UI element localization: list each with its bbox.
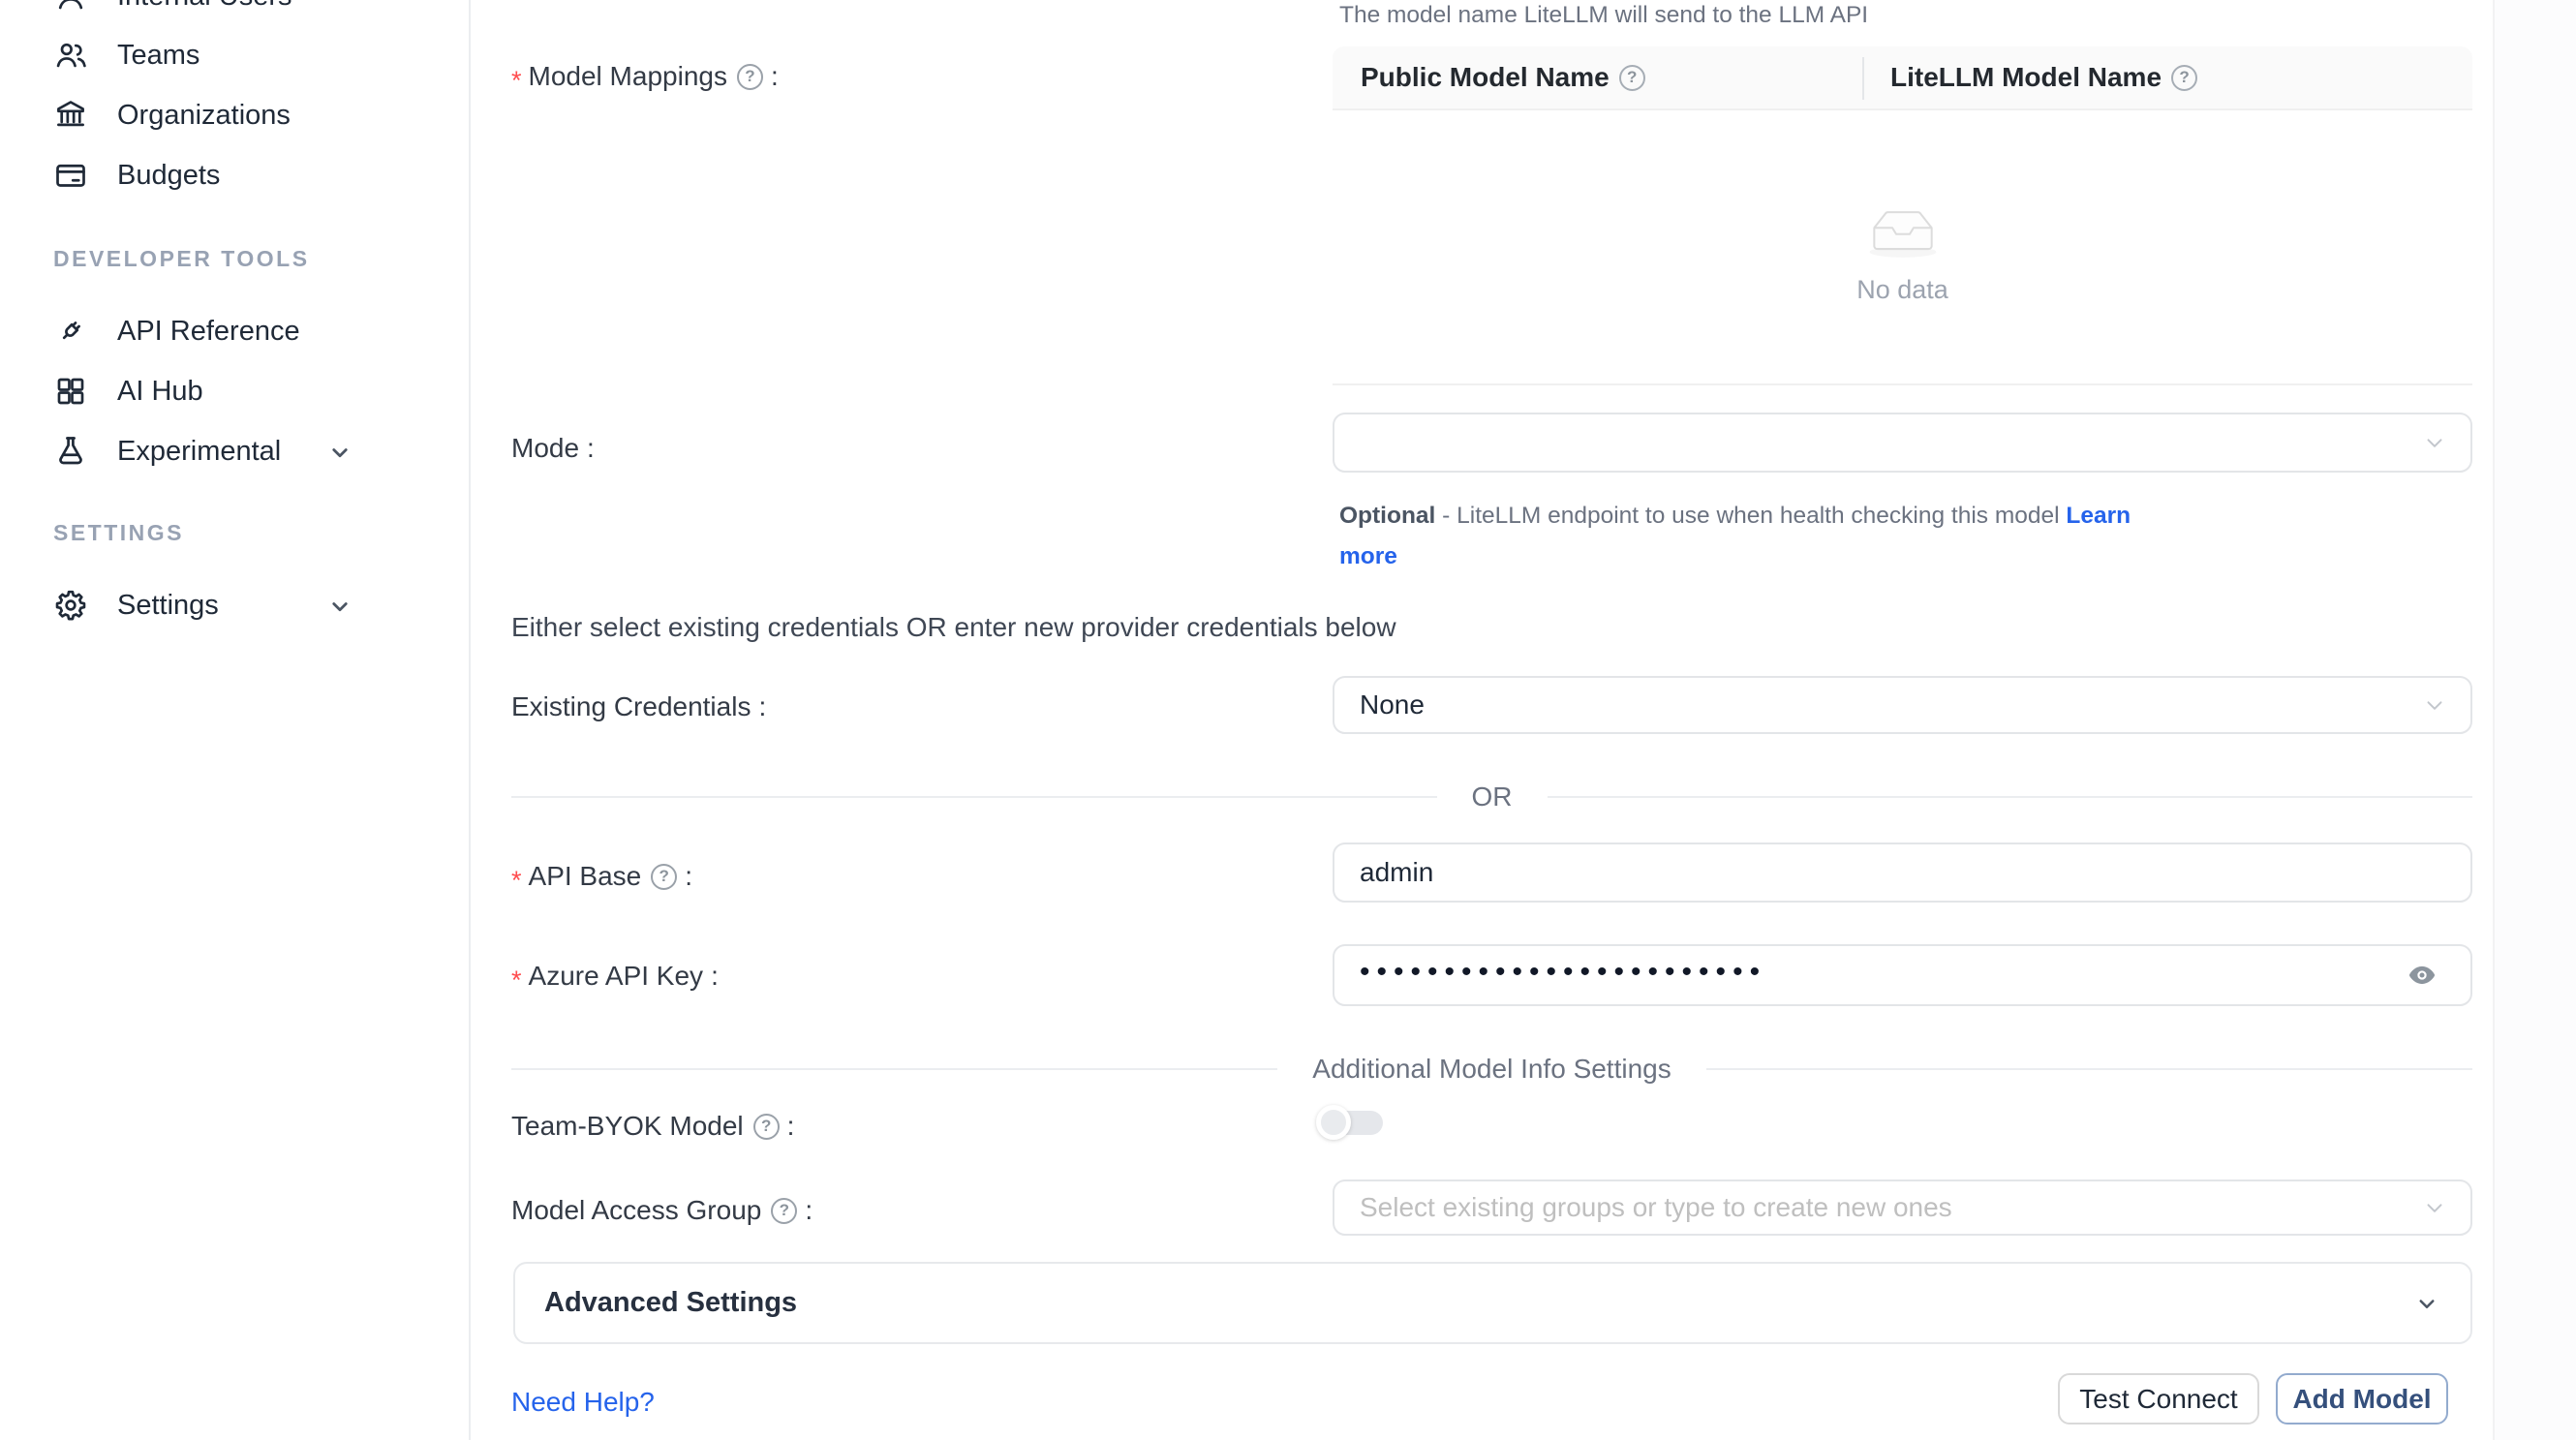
model-access-group-placeholder: Select existing groups or type to create… [1360, 1192, 1952, 1223]
model-mappings-label: * Model Mappings ? : [511, 58, 779, 95]
sidebar-item-internal-users[interactable]: Internal Users [53, 0, 292, 19]
credit-card-icon [53, 158, 88, 193]
model-mappings-table: Public Model Name ? LiteLLM Model Name ? [1333, 46, 2472, 385]
azure-api-key-input[interactable]: •••••••••••••••••••••••• [1333, 944, 2472, 1006]
sidebar-item-label: Settings [117, 590, 219, 622]
mode-help-text: Optional - LiteLLM endpoint to use when … [1339, 496, 2153, 577]
column-header-public-model-name: Public Model Name ? [1333, 46, 1862, 108]
sidebar-item-budgets[interactable]: Budgets [53, 152, 220, 199]
user-icon [53, 0, 88, 14]
mode-label: Mode : [511, 430, 595, 467]
empty-inbox-icon [1855, 198, 1951, 260]
bank-icon [53, 98, 88, 133]
question-circle-icon[interactable]: ? [753, 1114, 780, 1140]
eye-icon[interactable] [2403, 960, 2441, 991]
toggle-knob [1316, 1105, 1351, 1140]
or-divider-text: OR [1472, 781, 1513, 812]
advanced-settings-panel[interactable]: Advanced Settings [513, 1262, 2472, 1344]
question-circle-icon[interactable]: ? [1619, 65, 1645, 91]
question-circle-icon[interactable]: ? [771, 1198, 797, 1224]
credentials-note: Either select existing credentials OR en… [511, 612, 1396, 643]
sidebar-item-settings[interactable]: Settings [53, 582, 219, 628]
sidebar-item-ai-hub[interactable]: AI Hub [53, 368, 203, 414]
add-model-page: Internal Users Teams Organizations Budge… [0, 0, 2576, 1440]
gear-icon [53, 588, 88, 623]
required-asterisk: * [511, 866, 522, 896]
api-plug-icon [53, 314, 88, 349]
model-access-group-label: Model Access Group ? : [511, 1192, 813, 1229]
table-empty-state: No data [1333, 114, 2472, 387]
question-circle-icon[interactable]: ? [651, 864, 677, 890]
sidebar-section-settings: SETTINGS [53, 520, 184, 546]
sidebar-item-label: API Reference [117, 316, 300, 348]
azure-api-key-label: * Azure API Key : [511, 958, 719, 995]
sidebar-item-teams[interactable]: Teams [53, 32, 199, 78]
column-divider [1862, 57, 1864, 100]
team-byok-label: Team-BYOK Model ? : [511, 1108, 794, 1145]
sidebar: Internal Users Teams Organizations Budge… [0, 0, 471, 1440]
existing-credentials-value: None [1360, 689, 1425, 720]
chevron-down-icon [2422, 692, 2447, 718]
flask-icon [53, 434, 88, 469]
sidebar-item-api-reference[interactable]: API Reference [53, 308, 300, 354]
sidebar-item-experimental[interactable]: Experimental [53, 428, 281, 475]
add-model-button[interactable]: Add Model [2276, 1373, 2448, 1425]
advanced-settings-title: Advanced Settings [544, 1287, 797, 1319]
litellm-model-name-help-text: The model name LiteLLM will send to the … [1339, 2, 1868, 29]
mode-select[interactable] [1333, 413, 2472, 473]
page-background-strip [2493, 0, 2576, 1440]
need-help-link[interactable]: Need Help? [511, 1387, 655, 1418]
additional-settings-divider: Additional Model Info Settings [511, 1053, 2472, 1086]
existing-credentials-select[interactable]: None [1333, 676, 2472, 734]
sidebar-item-label: Experimental [117, 436, 281, 468]
no-data-text: No data [1856, 275, 1948, 305]
sidebar-item-organizations[interactable]: Organizations [53, 92, 291, 138]
api-base-label: * API Base ? : [511, 858, 692, 895]
chevron-down-icon [2422, 430, 2447, 455]
sidebar-item-label: AI Hub [117, 376, 203, 408]
chevron-down-icon[interactable] [325, 592, 354, 621]
masked-password-value: •••••••••••••••••••••••• [1360, 958, 1766, 987]
test-connect-button[interactable]: Test Connect [2058, 1373, 2259, 1425]
required-asterisk: * [511, 965, 522, 996]
sidebar-item-label: Teams [117, 40, 199, 72]
question-circle-icon[interactable]: ? [737, 64, 763, 90]
existing-credentials-label: Existing Credentials : [511, 689, 766, 725]
chevron-down-icon[interactable] [325, 438, 354, 467]
sidebar-section-developer-tools: DEVELOPER TOOLS [53, 246, 310, 272]
chevron-down-icon [2412, 1289, 2441, 1318]
chevron-down-icon [2422, 1195, 2447, 1220]
api-base-input[interactable]: admin [1333, 843, 2472, 903]
additional-settings-divider-text: Additional Model Info Settings [1312, 1054, 1671, 1085]
teams-icon [53, 38, 88, 73]
model-mappings-table-header: Public Model Name ? LiteLLM Model Name ? [1333, 46, 2472, 110]
team-byok-toggle[interactable] [1319, 1111, 1383, 1135]
column-header-litellm-model-name: LiteLLM Model Name ? [1862, 46, 2472, 108]
or-divider: OR [511, 781, 2472, 813]
sidebar-item-label: Budgets [117, 160, 220, 192]
sidebar-item-label: Internal Users [117, 0, 292, 13]
required-asterisk: * [511, 66, 522, 96]
sidebar-item-label: Organizations [117, 100, 291, 132]
model-access-group-select[interactable]: Select existing groups or type to create… [1333, 1180, 2472, 1236]
api-base-value: admin [1360, 857, 1433, 888]
appstore-grid-icon [53, 374, 88, 409]
question-circle-icon[interactable]: ? [2171, 65, 2197, 91]
